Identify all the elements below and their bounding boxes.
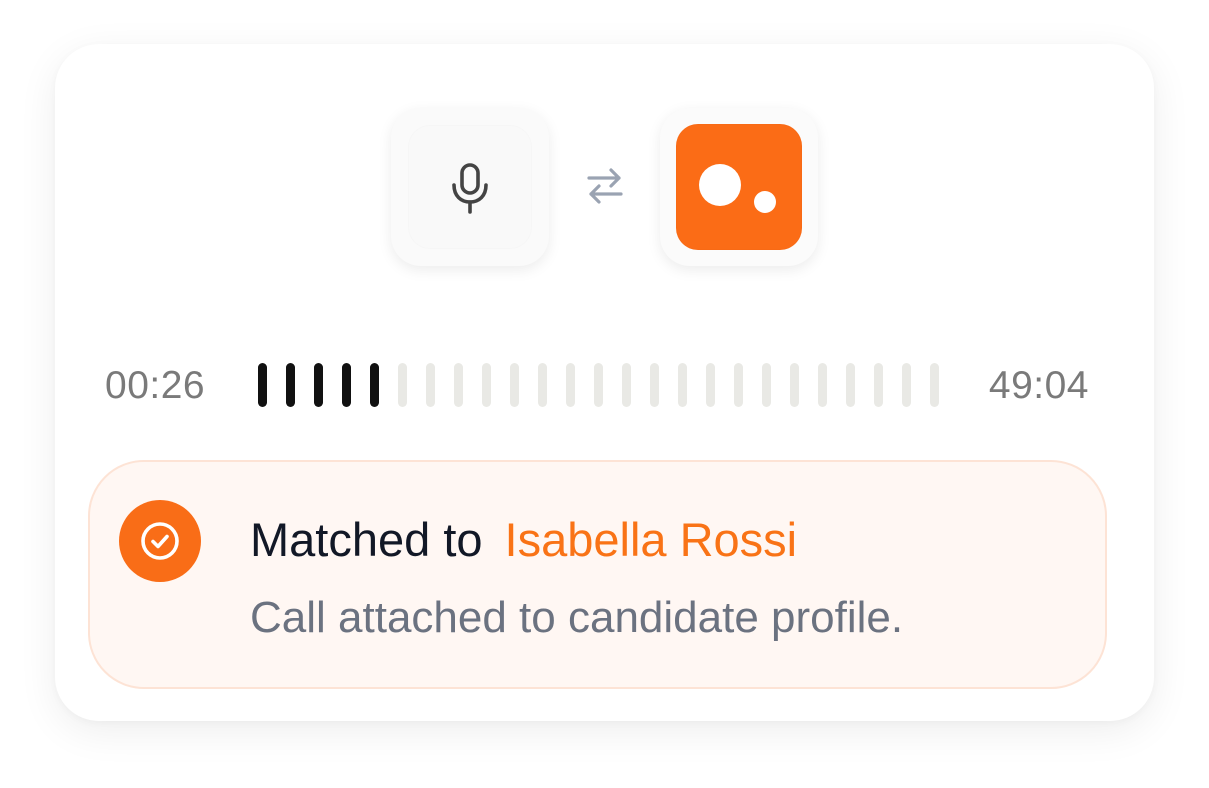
match-headline: Matched to Isabella Rossi <box>250 512 797 568</box>
app-logo-small-dot <box>754 191 776 213</box>
waveform-bar[interactable] <box>398 363 407 407</box>
waveform-bar[interactable] <box>426 363 435 407</box>
microphone-tile-inner <box>408 125 532 249</box>
waveform-bar[interactable] <box>762 363 771 407</box>
waveform-bar[interactable] <box>454 363 463 407</box>
waveform-bar[interactable] <box>790 363 799 407</box>
microphone-icon <box>452 163 488 214</box>
waveform-bar[interactable] <box>818 363 827 407</box>
app-tile <box>660 108 818 266</box>
waveform-bar[interactable] <box>846 363 855 407</box>
waveform-bar[interactable] <box>874 363 883 407</box>
waveform-bar[interactable] <box>706 363 715 407</box>
waveform-bar-played[interactable] <box>258 363 267 407</box>
total-time: 49:04 <box>988 364 1089 407</box>
waveform-bar-played[interactable] <box>314 363 323 407</box>
waveform-bar[interactable] <box>650 363 659 407</box>
waveform-bar-played[interactable] <box>286 363 295 407</box>
current-time: 00:26 <box>105 364 206 407</box>
microphone-tile <box>391 108 549 266</box>
match-banner: Matched to Isabella Rossi Call attached t… <box>88 460 1107 689</box>
waveform-bar[interactable] <box>482 363 491 407</box>
match-description: Call attached to candidate profile. <box>250 593 904 642</box>
waveform-bar[interactable] <box>566 363 575 407</box>
waveform-bar[interactable] <box>622 363 631 407</box>
swap-arrows-icon <box>587 168 623 204</box>
waveform-bar[interactable] <box>538 363 547 407</box>
waveform-bar-played[interactable] <box>342 363 351 407</box>
waveform-bar[interactable] <box>678 363 687 407</box>
waveform-bar[interactable] <box>902 363 911 407</box>
check-circle-icon <box>119 500 201 582</box>
candidate-name-link[interactable]: Isabella Rossi <box>505 513 798 566</box>
match-lead-text: Matched to <box>250 513 483 566</box>
waveform-bar[interactable] <box>594 363 603 407</box>
waveform-bar[interactable] <box>930 363 939 407</box>
call-match-card: 00:26 49:04 Matched to Isabella Rossi Cal… <box>55 44 1154 721</box>
waveform-bar-played[interactable] <box>370 363 379 407</box>
waveform-bar[interactable] <box>510 363 519 407</box>
app-logo-large-dot <box>699 164 741 206</box>
waveform-bar[interactable] <box>734 363 743 407</box>
app-logo-icon <box>676 124 802 250</box>
